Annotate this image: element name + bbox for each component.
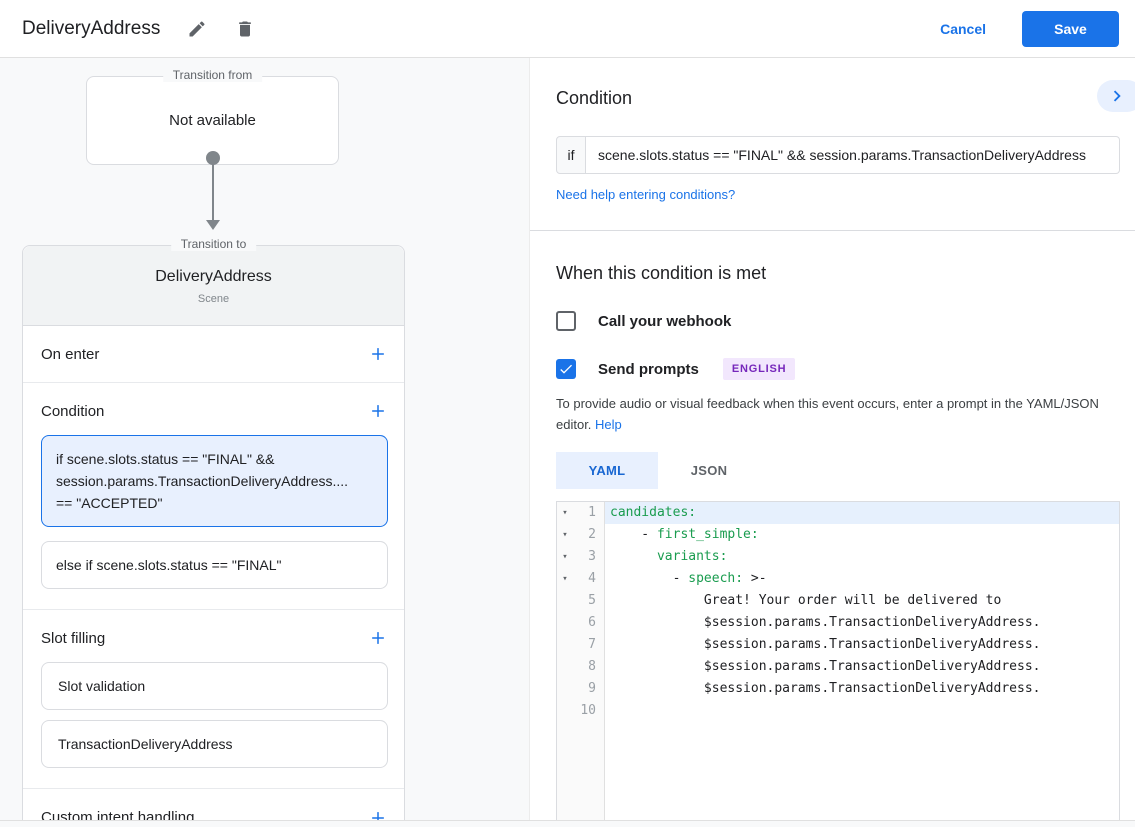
code-line[interactable]: 9 $session.params.TransactionDeliveryAdd… <box>557 678 1119 700</box>
slot-filling-label: Slot filling <box>41 630 105 647</box>
delete-scene-button[interactable] <box>228 12 262 46</box>
scene-name: DeliveryAddress <box>23 268 404 286</box>
condition-expression-input[interactable] <box>586 136 1120 174</box>
code-line[interactable]: 5 Great! Your order will be delivered to <box>557 590 1119 612</box>
scene-card-header: DeliveryAddress Scene <box>23 246 404 326</box>
tab-yaml[interactable]: YAML <box>556 452 658 489</box>
prompts-description-text: To provide audio or visual feedback when… <box>556 396 1099 432</box>
bottom-strip <box>0 820 1135 827</box>
line-number: 7 <box>573 634 605 656</box>
code-text: - first_simple: <box>605 524 1119 546</box>
tab-json[interactable]: JSON <box>658 452 760 489</box>
condition-help-link[interactable]: Need help entering conditions? <box>556 187 735 202</box>
code-text: candidates: <box>605 502 1119 524</box>
yaml-editor[interactable]: ▾1candidates:▾2 - first_simple:▾3 varian… <box>556 501 1120 820</box>
code-text: $session.params.TransactionDeliveryAddre… <box>605 612 1119 634</box>
line-number: 10 <box>573 700 605 722</box>
code-line[interactable]: ▾2 - first_simple: <box>557 524 1119 546</box>
condition-detail-panel: Condition if Need help entering conditio… <box>530 58 1135 820</box>
scene-type-label: Scene <box>23 293 404 305</box>
condition-item-selected[interactable]: if scene.slots.status == "FINAL" && sess… <box>41 435 388 527</box>
condition-item-else[interactable]: else if scene.slots.status == "FINAL" <box>41 541 388 589</box>
transition-arrow-line <box>212 162 214 221</box>
send-prompts-label: Send prompts <box>598 361 699 378</box>
webhook-label: Call your webhook <box>598 313 731 330</box>
scene-canvas: Transition from Not available Transition… <box>0 58 530 820</box>
fold-arrow-icon[interactable]: ▾ <box>557 524 573 546</box>
line-number: 9 <box>573 678 605 700</box>
cancel-button[interactable]: Cancel <box>940 21 986 37</box>
fold-arrow-icon[interactable]: ▾ <box>557 568 573 590</box>
line-number: 4 <box>573 568 605 590</box>
code-text: $session.params.TransactionDeliveryAddre… <box>605 656 1119 678</box>
code-text <box>605 700 1119 722</box>
code-line[interactable]: 7 $session.params.TransactionDeliveryAdd… <box>557 634 1119 656</box>
transition-to-card: Transition to DeliveryAddress Scene On e… <box>22 245 405 827</box>
panel-heading: Condition <box>556 88 1120 109</box>
line-number: 6 <box>573 612 605 634</box>
transition-from-value: Not available <box>169 112 256 129</box>
fold-arrow-icon[interactable]: ▾ <box>557 502 573 524</box>
trash-icon <box>235 19 255 39</box>
line-number: 2 <box>573 524 605 546</box>
line-number: 8 <box>573 656 605 678</box>
code-line[interactable]: ▾4 - speech: >- <box>557 568 1119 590</box>
line-number: 5 <box>573 590 605 612</box>
transition-from-legend: Transition from <box>163 68 263 82</box>
code-text: $session.params.TransactionDeliveryAddre… <box>605 678 1119 700</box>
code-line[interactable]: 8 $session.params.TransactionDeliveryAdd… <box>557 656 1119 678</box>
editor-tabs: YAML JSON <box>556 452 1120 489</box>
slot-item[interactable]: TransactionDeliveryAddress <box>41 720 388 768</box>
prompts-description: To provide audio or visual feedback when… <box>556 393 1120 435</box>
header: DeliveryAddress Cancel Save <box>0 0 1135 58</box>
condition-label: Condition <box>41 403 104 420</box>
transition-to-legend: Transition to <box>171 237 257 251</box>
slot-validation-item[interactable]: Slot validation <box>41 662 388 710</box>
add-on-enter-button[interactable] <box>368 344 388 364</box>
send-prompts-checkbox[interactable] <box>556 359 576 379</box>
code-line[interactable]: ▾3 variants: <box>557 546 1119 568</box>
on-enter-label: On enter <box>41 346 99 363</box>
fold-spacer <box>557 656 573 678</box>
send-prompts-row: Send prompts ENGLISH <box>556 358 1120 380</box>
code-line[interactable]: 10 <box>557 700 1119 722</box>
code-text: $session.params.TransactionDeliveryAddre… <box>605 634 1119 656</box>
on-enter-section: On enter <box>23 326 404 383</box>
fold-spacer <box>557 612 573 634</box>
pencil-icon <box>187 19 207 39</box>
code-text: - speech: >- <box>605 568 1119 590</box>
chevron-right-icon <box>1106 85 1128 107</box>
code-line[interactable]: 6 $session.params.TransactionDeliveryAdd… <box>557 612 1119 634</box>
webhook-checkbox[interactable] <box>556 311 576 331</box>
language-badge: ENGLISH <box>723 358 796 380</box>
save-button[interactable]: Save <box>1022 11 1119 47</box>
webhook-row: Call your webhook <box>556 311 1120 331</box>
fold-spacer <box>557 700 573 722</box>
collapse-panel-button[interactable] <box>1097 80 1135 112</box>
line-number: 1 <box>573 502 605 524</box>
if-prefix-label: if <box>556 136 586 174</box>
page-title: DeliveryAddress <box>22 18 160 40</box>
fold-spacer <box>557 678 573 700</box>
help-link[interactable]: Help <box>595 417 622 432</box>
add-condition-button[interactable] <box>368 401 388 421</box>
code-line[interactable]: ▾1candidates: <box>557 502 1119 524</box>
transition-arrow-head <box>206 220 220 230</box>
checkmark-icon <box>558 361 574 377</box>
condition-section: Condition if scene.slots.status == "FINA… <box>23 383 404 610</box>
main-content: Transition from Not available Transition… <box>0 58 1135 820</box>
fold-arrow-icon[interactable]: ▾ <box>557 546 573 568</box>
fold-spacer <box>557 634 573 656</box>
add-slot-button[interactable] <box>368 628 388 648</box>
line-number: 3 <box>573 546 605 568</box>
edit-scene-button[interactable] <box>180 12 214 46</box>
code-text: Great! Your order will be delivered to <box>605 590 1119 612</box>
panel-divider <box>530 230 1135 231</box>
when-condition-heading: When this condition is met <box>556 263 1120 284</box>
fold-spacer <box>557 590 573 612</box>
code-text: variants: <box>605 546 1119 568</box>
slot-filling-section: Slot filling Slot validation Transaction… <box>23 610 404 789</box>
